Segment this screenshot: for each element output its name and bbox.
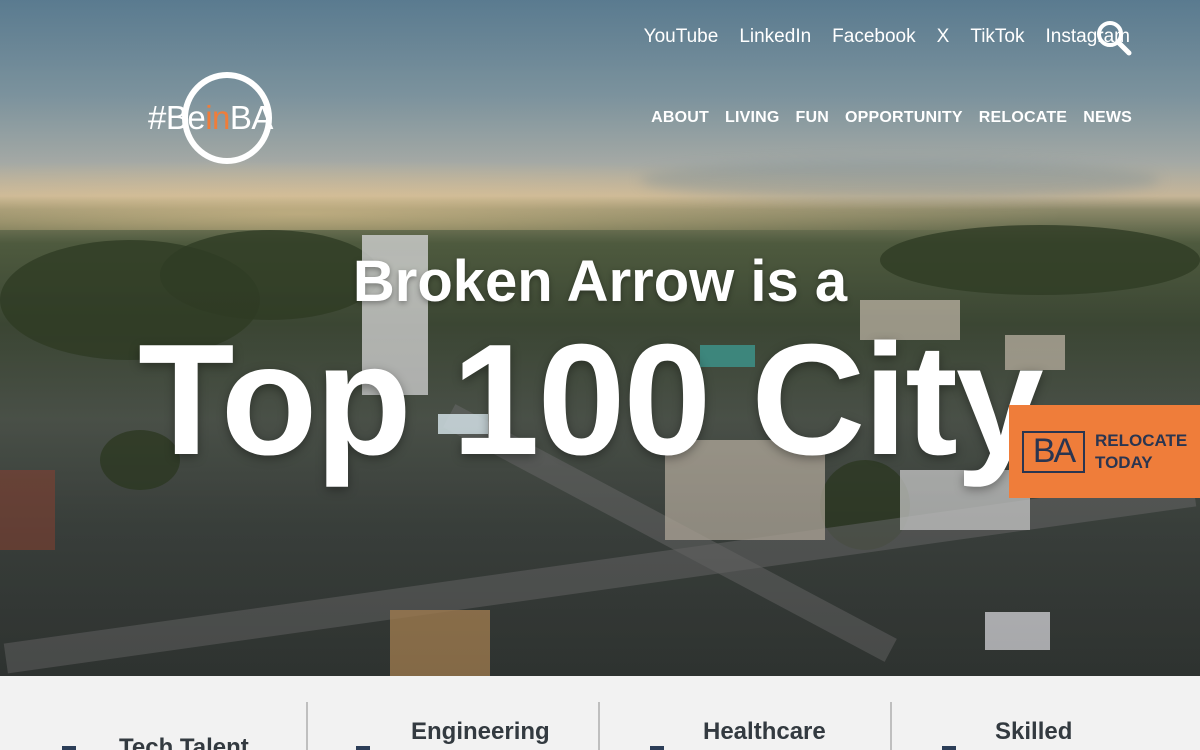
industry-tech-talent[interactable]: Tech Talent xyxy=(119,734,249,750)
industry-healthcare[interactable]: Healthcare xyxy=(703,718,826,746)
search-icon[interactable] xyxy=(1096,20,1132,56)
engineering-icon xyxy=(356,746,370,750)
industry-engineering[interactable]: Engineering xyxy=(411,718,550,746)
hero-headline: Top 100 City xyxy=(138,312,1044,488)
facebook-link[interactable]: Facebook xyxy=(832,26,915,48)
logo-wordmark: #BeinBA xyxy=(148,99,273,136)
main-nav: ABOUT LIVING FUN OPPORTUNITY RELOCATE NE… xyxy=(635,109,1132,127)
healthcare-icon xyxy=(650,746,664,750)
tiktok-link[interactable]: TikTok xyxy=(970,26,1024,48)
nav-about[interactable]: ABOUT xyxy=(651,109,709,127)
relocate-today-button[interactable]: BA RELOCATE TODAY xyxy=(1009,405,1200,498)
nav-living[interactable]: LIVING xyxy=(725,109,780,127)
social-links: YouTube LinkedIn Facebook X TikTok Insta… xyxy=(623,26,1130,48)
industries-strip: Tech Talent Engineering Healthcare Skill… xyxy=(0,676,1200,750)
divider xyxy=(306,702,308,750)
ba-badge-icon: BA xyxy=(1022,430,1085,473)
nav-relocate[interactable]: RELOCATE xyxy=(979,109,1067,127)
relocate-today-label: RELOCATE TODAY xyxy=(1095,430,1188,472)
nav-fun[interactable]: FUN xyxy=(796,109,829,127)
x-link[interactable]: X xyxy=(937,26,950,48)
skilled-icon xyxy=(942,746,956,750)
industry-skilled[interactable]: Skilled xyxy=(995,718,1072,746)
divider xyxy=(598,702,600,750)
nav-news[interactable]: NEWS xyxy=(1083,109,1132,127)
linkedin-link[interactable]: LinkedIn xyxy=(739,26,811,48)
tech-talent-icon xyxy=(62,746,76,750)
hero-subheadline: Broken Arrow is a xyxy=(352,249,848,314)
beinba-logo[interactable]: #BeinBA xyxy=(148,72,292,166)
divider xyxy=(890,702,892,750)
nav-opportunity[interactable]: OPPORTUNITY xyxy=(845,109,963,127)
youtube-link[interactable]: YouTube xyxy=(644,26,719,48)
